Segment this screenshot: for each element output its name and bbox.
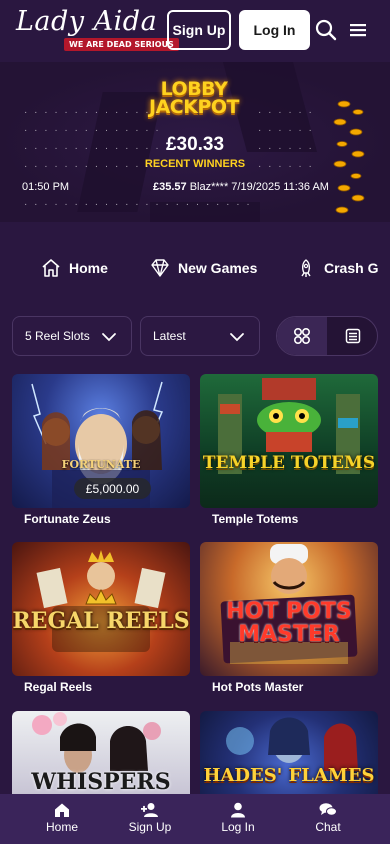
ticker-placeholder: · · · · · · · · · · · · · · <box>24 125 161 136</box>
view-toggle <box>276 316 378 356</box>
game-card-whispers[interactable]: WHISPERS <box>12 711 190 794</box>
category-label: New Games <box>178 260 258 276</box>
top-header: Lady Aida WE ARE DEAD SERIOUS Sign Up Lo… <box>0 0 390 62</box>
rocket-icon <box>301 259 311 277</box>
game-type-value: 5 Reel Slots <box>25 329 90 343</box>
bottom-nav-label: Home <box>45 820 78 834</box>
game-art <box>218 378 360 474</box>
category-label: Crash G <box>324 260 379 276</box>
logo-text: Lady Aida <box>16 6 158 37</box>
game-art-title: TEMPLE TOTEMS <box>202 453 376 473</box>
game-art-title: FORTUNATE <box>61 458 141 471</box>
ticker-placeholder: · · · · · · <box>258 125 314 136</box>
sort-select[interactable]: Latest <box>140 316 260 356</box>
category-label: Home <box>69 260 108 276</box>
search-icon[interactable] <box>315 19 337 41</box>
bottom-nav-signup[interactable]: Sign Up <box>115 802 185 834</box>
game-name: Regal Reels <box>24 680 93 694</box>
game-name: Fortunate Zeus <box>24 512 111 526</box>
ticker-placeholder: · · · · · · <box>258 161 314 172</box>
game-thumbnail: WHISPERS <box>12 711 190 794</box>
diamond-icon <box>151 259 169 277</box>
game-art-title: WHISPERS <box>31 769 171 794</box>
lady-aida-logo[interactable]: Lady Aida WE ARE DEAD SERIOUS <box>16 6 179 54</box>
prize-badge: £5,000.00 <box>74 478 151 499</box>
ticker-placeholder: · · · · · · · · · · · · · · <box>24 143 161 154</box>
ticker-winner-amount: £35.57 <box>153 181 187 193</box>
bottom-nav-home[interactable]: Home <box>27 802 97 834</box>
game-type-select[interactable]: 5 Reel Slots <box>12 316 132 356</box>
chevron-down-icon <box>230 333 244 342</box>
ticker-placeholder: · · · · · · <box>258 107 314 118</box>
list-view-button[interactable] <box>328 317 377 355</box>
game-thumbnail: FORTUNATE £5,000.00 <box>12 374 190 508</box>
list-view-icon <box>345 328 361 344</box>
bottom-nav-label: Sign Up <box>128 820 172 834</box>
bottom-nav-login[interactable]: Log In <box>203 802 273 834</box>
game-name: Temple Totems <box>212 512 299 526</box>
ticker-winner-details: Blaz**** 7/19/2025 11:36 AM <box>189 181 329 193</box>
bottom-nav-label: Log In <box>221 820 255 834</box>
logo-tagline: WE ARE DEAD SERIOUS <box>64 38 179 51</box>
game-card-hades-flames[interactable]: HADES' FLAMES <box>200 711 378 794</box>
game-thumbnail: HADES' FLAMES <box>200 711 378 794</box>
ticker-winner: £35.57 Blaz**** 7/19/2025 11:36 AM <box>153 181 329 193</box>
home-icon <box>42 259 60 277</box>
category-nav: Home New Games Crash G <box>0 250 390 290</box>
user-icon <box>231 802 245 818</box>
game-card-temple-totems[interactable]: TEMPLE TOTEMS Temple Totems <box>200 374 378 534</box>
game-card-fortunate-zeus[interactable]: FORTUNATE £5,000.00 Fortunate Zeus <box>12 374 190 534</box>
lobby-jackpot-banner[interactable]: LOBBY JACKPOT £30.33 RECENT WINNERS · · … <box>0 62 390 222</box>
gold-coins-icon <box>333 100 365 214</box>
grid-view-icon <box>293 327 311 345</box>
ticker-placeholder: · · · · · · · · · · · · · · <box>24 107 161 118</box>
login-button[interactable]: Log In <box>239 10 310 50</box>
ticker-placeholder: · · · · · · · · · · · · · · <box>24 161 161 172</box>
chevron-down-icon <box>102 333 116 342</box>
category-new-games[interactable]: New Games <box>150 258 257 278</box>
category-crash-games[interactable]: Crash G <box>296 258 378 278</box>
add-user-icon <box>141 803 158 817</box>
game-name: Hot Pots Master <box>212 680 304 694</box>
ticker-time: 01:50 PM <box>22 181 70 193</box>
game-card-regal-reels[interactable]: REGAL REELS Regal Reels <box>12 542 190 702</box>
chat-icon <box>319 803 337 816</box>
ticker-placeholder: · · · · · · · · · · · · · · · · · · · · … <box>24 199 252 210</box>
game-art-title: HADES' FLAMES <box>203 765 375 786</box>
game-thumbnail: HOT POTS MASTER <box>200 542 378 676</box>
hamburger-menu-icon[interactable] <box>347 19 369 41</box>
grid-view-button[interactable] <box>277 317 327 355</box>
bottom-nav: Home Sign Up Log In Chat <box>0 794 390 844</box>
signup-button[interactable]: Sign Up <box>167 10 231 50</box>
bottom-nav-chat[interactable]: Chat <box>293 802 363 834</box>
game-thumbnail: TEMPLE TOTEMS <box>200 374 378 508</box>
ticker-placeholder: · · · · · · <box>258 143 314 154</box>
game-art-title: REGAL REELS <box>12 608 190 634</box>
home-icon <box>55 803 69 817</box>
bottom-nav-label: Chat <box>315 820 341 834</box>
game-card-hot-pots-master[interactable]: HOT POTS MASTER Hot Pots Master <box>200 542 378 702</box>
category-home[interactable]: Home <box>41 258 108 278</box>
game-art-title: HOT POTS MASTER <box>226 599 352 647</box>
game-thumbnail: REGAL REELS <box>12 542 190 676</box>
sort-value: Latest <box>153 329 186 343</box>
